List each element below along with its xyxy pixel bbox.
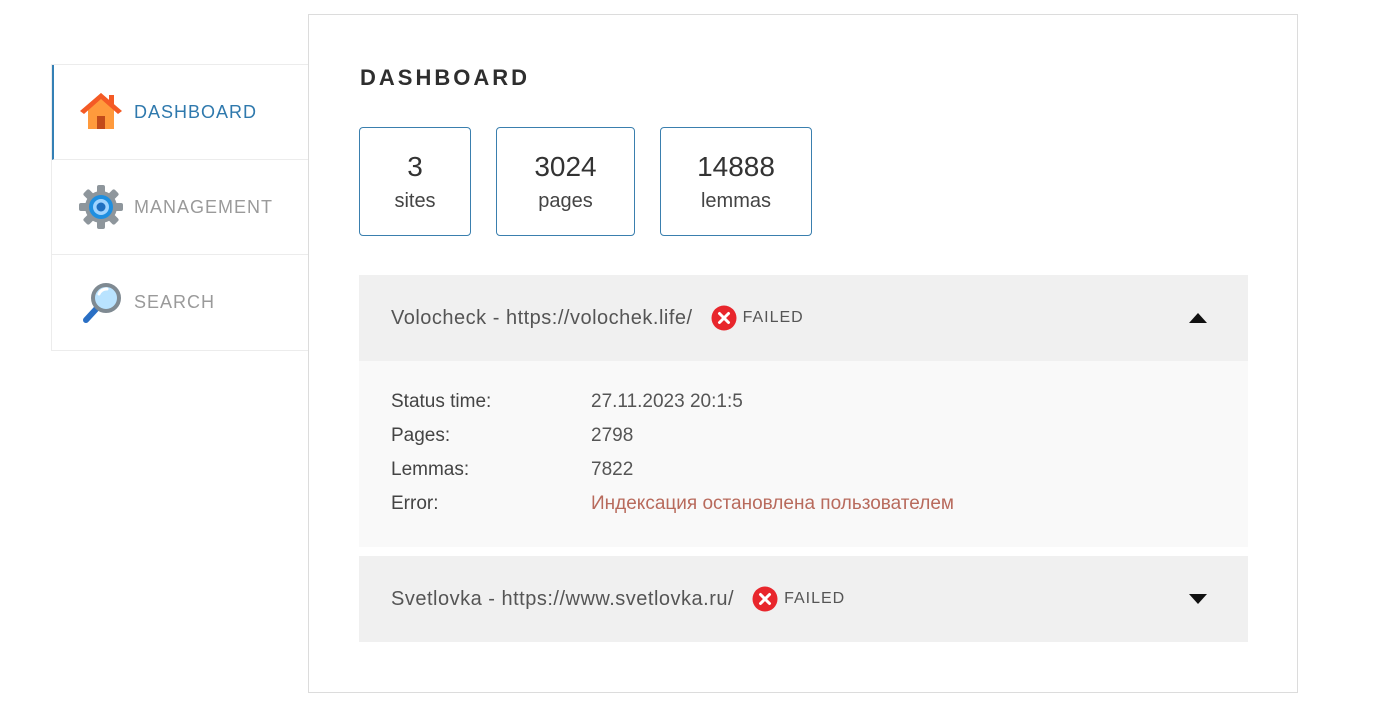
site-item: Svetlovka - https://www.svetlovka.ru/ FA…: [359, 556, 1248, 642]
detail-value: 7822: [591, 459, 634, 480]
detail-label: Error:: [391, 493, 439, 514]
detail-label: Pages:: [391, 425, 451, 446]
site-name: Volocheck - https://volochek.life/: [391, 306, 693, 329]
failed-icon: [752, 586, 778, 612]
dashboard-panel: DASHBOARD 3 sites 3024 pages 14888 lemma…: [308, 14, 1298, 693]
nav-item-search[interactable]: SEARCH: [52, 255, 308, 350]
site-item: Volocheck - https://volochek.life/ FAILE…: [359, 275, 1248, 547]
stat-card-lemmas: 14888 lemmas: [660, 127, 812, 236]
detail-row-status-time: Status time: 27.11.2023 20:1:5: [391, 385, 1216, 419]
status-text: FAILED: [742, 309, 804, 326]
stat-label: pages: [538, 189, 593, 212]
stat-card-sites: 3 sites: [359, 127, 471, 236]
error-message: Индексация остановлена пользователем: [591, 493, 954, 514]
stat-value: 3: [407, 150, 423, 182]
stats-row: 3 sites 3024 pages 14888 lemmas: [359, 127, 837, 236]
site-details: Status time: 27.11.2023 20:1:5 Pages: 27…: [359, 361, 1248, 547]
page-title: DASHBOARD: [360, 65, 530, 90]
nav-item-dashboard[interactable]: DASHBOARD: [52, 65, 308, 160]
site-header[interactable]: Volocheck - https://volochek.life/ FAILE…: [359, 275, 1248, 361]
detail-row-lemmas: Lemmas: 7822: [391, 453, 1216, 487]
status-badge: FAILED: [752, 586, 845, 612]
detail-value: 2798: [591, 425, 634, 446]
nav-label-search: SEARCH: [134, 292, 216, 312]
chevron-up-icon[interactable]: [1188, 312, 1208, 324]
failed-icon: [711, 305, 737, 331]
detail-row-error: Error: Индексация остановлена пользовате…: [391, 487, 1216, 521]
magnifier-icon: [78, 280, 124, 326]
chevron-down-icon[interactable]: [1188, 593, 1208, 605]
detail-row-pages: Pages: 2798: [391, 419, 1216, 453]
stat-label: sites: [394, 189, 436, 212]
home-icon: [78, 89, 124, 135]
sidebar-nav: DASHBOARD MANAGEMENT SEARCH: [51, 64, 308, 351]
status-badge: FAILED: [711, 305, 804, 331]
status-text: FAILED: [784, 590, 846, 607]
site-header[interactable]: Svetlovka - https://www.svetlovka.ru/ FA…: [359, 556, 1248, 642]
site-name: Svetlovka - https://www.svetlovka.ru/: [391, 587, 735, 610]
stat-card-pages: 3024 pages: [496, 127, 635, 236]
stat-value: 3024: [534, 150, 597, 182]
gear-icon: [78, 184, 124, 230]
nav-label-dashboard: DASHBOARD: [134, 101, 258, 122]
detail-value: 27.11.2023 20:1:5: [591, 391, 743, 412]
nav-item-management[interactable]: MANAGEMENT: [52, 160, 308, 255]
stat-value: 14888: [697, 150, 775, 182]
stat-label: lemmas: [700, 189, 771, 212]
detail-label: Lemmas:: [391, 459, 470, 480]
nav-label-management: MANAGEMENT: [134, 196, 274, 217]
detail-label: Status time:: [391, 391, 492, 412]
